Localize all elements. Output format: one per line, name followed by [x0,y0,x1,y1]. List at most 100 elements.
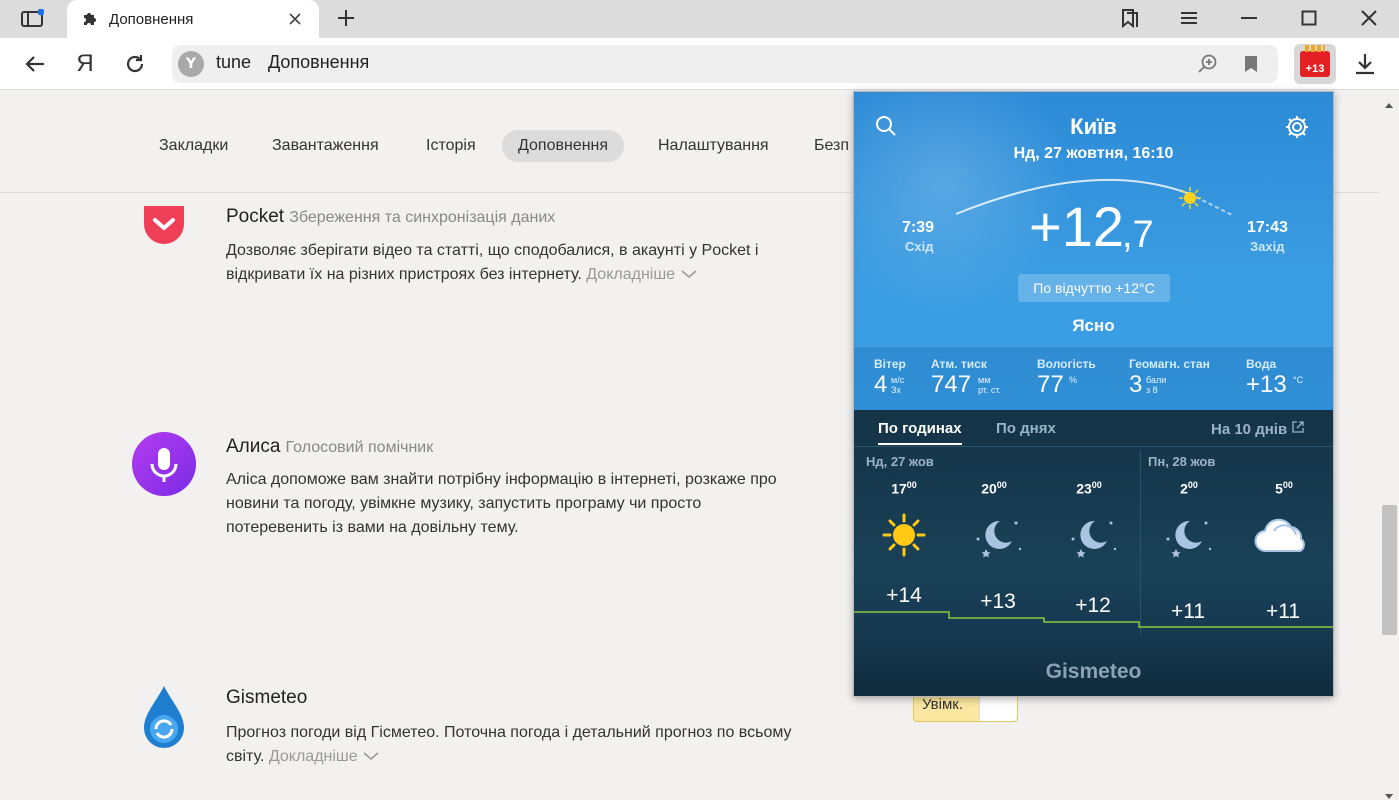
chevron-down-icon[interactable] [680,269,698,279]
nav-settings[interactable]: Налаштування [658,130,769,162]
minimize-icon[interactable] [1227,4,1271,32]
humidity-label: Вологість [1037,357,1096,371]
sun-icon [874,510,934,560]
sunrise-label: Схід [905,239,934,254]
browser-tab[interactable]: Доповнення [67,0,319,38]
hour-label: 2300 [1076,480,1102,497]
nav-downloads[interactable]: Завантаження [272,130,379,162]
gismeteo-brand: Gismeteo [1045,660,1142,683]
geomag-label: Геомагн. стан [1129,357,1210,371]
moon-icon [1156,510,1216,560]
water-unit: °C [1293,375,1304,385]
gismeteo-description: Прогноз погоди від Гісметео. Поточна пог… [226,724,792,765]
sunset-label: Захід [1250,239,1285,254]
collections-icon[interactable] [1108,4,1152,32]
gismeteo-logo-icon [138,684,190,750]
moon-icon [966,510,1026,560]
hour-temperature: +12 [1075,594,1111,617]
scrollbar[interactable] [1380,90,1399,800]
pocket-logo-icon [142,204,186,246]
humidity-value: 77 [1037,371,1064,398]
chevron-down-icon[interactable] [362,751,380,761]
gismeteo-more-link[interactable]: Докладніше [269,748,358,765]
weather-badge-icon: +13 [1300,45,1330,77]
tab-by-hours[interactable]: По годинах [878,420,962,445]
tab-10-days[interactable]: На 10 днів [1211,420,1305,438]
bookmark-icon[interactable] [1240,53,1262,75]
nav-security[interactable]: Безп [814,130,849,162]
sunrise-time: 7:39 [902,219,935,236]
hour-label: 2000 [981,480,1007,497]
feels-like: По відчуттю +12°C [1018,274,1170,302]
reload-icon[interactable] [118,48,152,80]
weather-forecast-panel: По годинах По днях На 10 днів Нд, 27 жов… [854,410,1333,696]
site-logo-icon: Y [178,51,204,77]
humidity-unit: % [1069,375,1078,385]
day-label: Нд, 27 жов [866,454,934,469]
weather-current-panel: Київ Нд, 27 жовтня, 16:10 7:39 Схід 17:4… [854,92,1333,410]
menu-icon[interactable] [1167,4,1211,32]
nav-extensions[interactable]: Доповнення [502,130,625,162]
gismeteo-extension-button[interactable]: +13 [1294,44,1336,84]
close-window-icon[interactable] [1347,4,1391,32]
sidebar-icon [21,9,44,27]
nav-history[interactable]: Історія [426,130,476,162]
zoom-icon[interactable] [1196,52,1220,76]
yandex-button[interactable]: Я [68,48,102,80]
gismeteo-title: Gismeteo [226,687,308,708]
nav-bookmarks[interactable]: Закладки [159,130,228,162]
water-value: +13 [1246,371,1287,398]
weather-popup: Київ Нд, 27 жовтня, 16:10 7:39 Схід 17:4… [853,91,1334,697]
tab-bar: Доповнення [0,0,1399,38]
alice-description: Аліса допоможе вам знайти потрібну інфор… [226,471,777,536]
puzzle-icon [84,13,96,25]
maximize-icon[interactable] [1287,4,1331,32]
cloud-icon [1252,510,1312,560]
sunset-time: 17:43 [1247,219,1288,236]
wind-value: 4 [874,371,888,398]
hour-temperature: +14 [886,584,922,607]
alice-title: Алиса Голосовий помічник [226,436,434,457]
hour-temperature: +11 [1170,600,1206,623]
current-temperature: +12 [1029,195,1124,258]
url-page-title: Доповнення [268,52,370,72]
weather-condition: Ясно [1072,316,1115,335]
wind-unit: м/с Зх [891,375,905,395]
alice-logo-icon [132,432,196,496]
url-host: tune [216,52,252,72]
pressure-unit: мм рт. ст. [978,375,1002,395]
pocket-description: Дозволяє зберігати відео та статті, що с… [226,242,759,283]
hour-temperature: +11 [1265,600,1301,623]
external-link-icon [1292,421,1304,433]
hour-label: 200 [1180,480,1198,497]
hour-label: 500 [1275,480,1293,497]
divider [854,446,1333,447]
pressure-label: Атм. тиск [931,357,987,371]
pocket-more-link[interactable]: Докладніше [586,266,675,283]
weather-city: Київ [1070,114,1117,139]
pocket-title: Pocket Збереження та синхронізація даних [226,206,556,227]
day-label: Пн, 28 жов [1148,454,1216,469]
pressure-value: 747 [931,371,972,398]
scrollbar-thumb[interactable] [1382,505,1397,635]
scroll-down-icon[interactable] [1384,786,1394,800]
day-divider [1140,450,1141,635]
tab-title: Доповнення [109,10,194,28]
tab-by-days[interactable]: По днях [996,420,1056,437]
weather-stats: Вітер 4 м/с Зх Атм. тиск 747 мм рт. ст. Во… [854,346,1333,410]
back-icon[interactable] [18,48,52,80]
geomag-unit: бали з 8 [1146,375,1167,395]
current-temperature-decimal: ,7 [1122,214,1154,256]
weather-date: Нд, 27 жовтня, 16:10 [1013,145,1174,162]
sidebar-toggle-button[interactable] [10,4,54,34]
new-tab-icon[interactable] [332,4,360,32]
hour-label: 1700 [891,480,917,497]
scroll-up-icon[interactable] [1384,94,1394,113]
hour-temperature: +13 [980,590,1016,613]
geomag-value: 3 [1129,371,1143,398]
moon-icon [1061,510,1121,560]
wind-label: Вітер [874,357,906,371]
close-tab-icon[interactable] [285,9,305,29]
downloads-icon[interactable] [1352,51,1378,77]
water-label: Вода [1246,357,1277,371]
